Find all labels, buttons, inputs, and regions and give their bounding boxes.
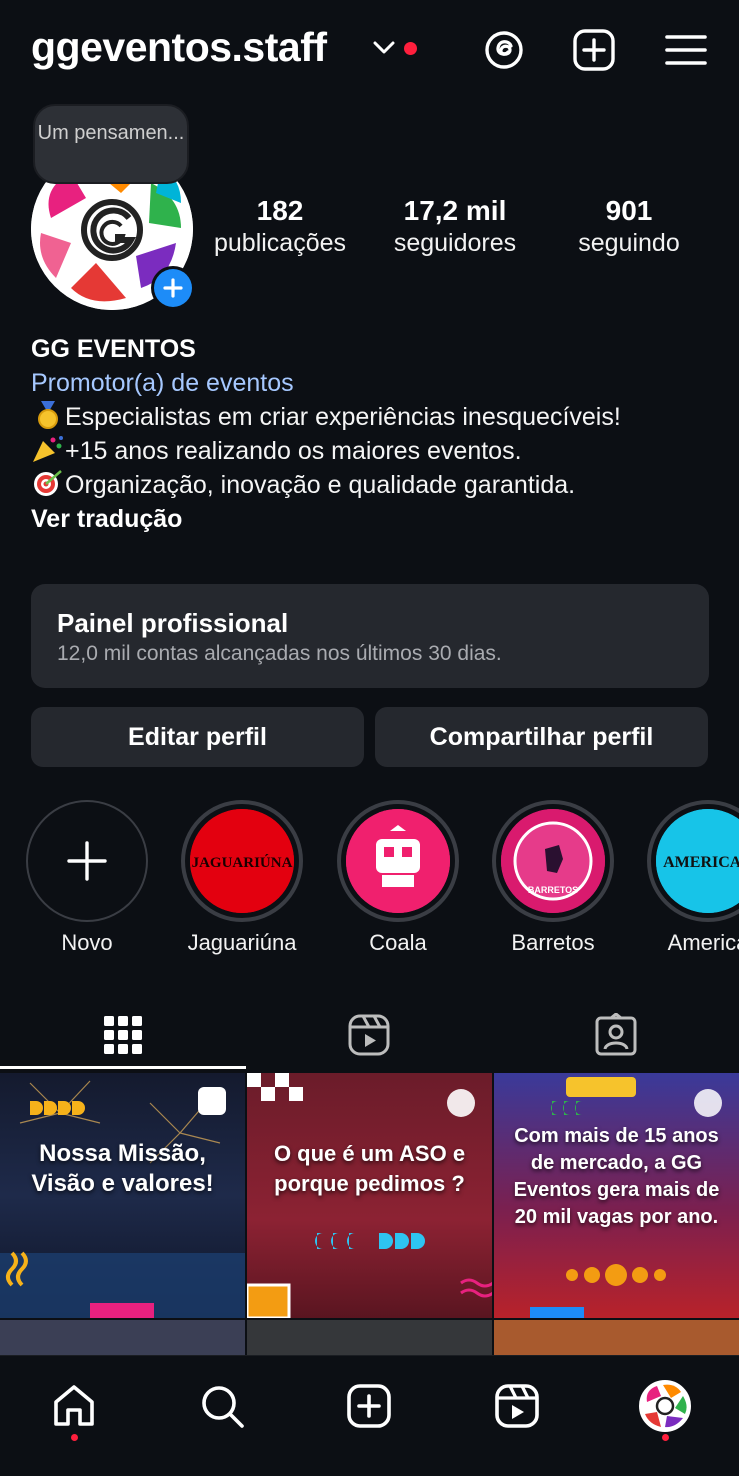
grid-post[interactable]: O que é um ASO e porque pedimos ? [247,1073,492,1318]
highlight-ring: JAGUARIÚNA [181,800,303,922]
bio-line: Organização, inovação e qualidade garant… [31,468,721,502]
highlight-art-text: BARRETOS [528,885,578,895]
highlight-label: America [667,930,739,955]
profile-notification-dot [662,1434,669,1441]
highlight-cover: BARRETOS [501,809,605,913]
coala-logo [346,809,450,913]
professional-dashboard-card[interactable]: Painel profissional 12,0 mil contas alca… [31,584,709,688]
highlight-new[interactable]: Novo [26,800,148,956]
plus-icon [163,278,183,298]
nav-profile[interactable] [635,1376,695,1436]
tagged-icon [595,1013,637,1056]
highlight-label: Coala [369,930,427,955]
menu-icon[interactable] [664,28,708,72]
nav-reels[interactable] [487,1376,547,1436]
stat-following[interactable]: 901 seguindo [556,194,702,258]
pro-panel-title: Painel profissional [57,608,289,638]
bio-line-text: Organização, inovação e qualidade garant… [65,471,576,499]
stat-followers-label: seguidores [393,229,517,257]
see-translation-link[interactable]: Ver tradução [31,502,721,536]
nav-home[interactable] [44,1376,104,1436]
profile-tabs [0,1000,739,1070]
grid-post[interactable]: Nossa Missão, Visão e valores! [0,1073,245,1318]
barretos-logo: BARRETOS [501,809,605,913]
target-icon [34,470,62,496]
americana-logo: AMERICAN [656,809,739,913]
highlight-cover: JAGUARIÚNA [190,809,294,913]
stat-following-label: seguindo [578,229,680,257]
grid-icon [104,1016,142,1054]
posts-grid: Nossa Missão, Visão e valores! O que é u… [0,1073,739,1356]
bottom-navigation [0,1355,739,1476]
home-notification-dot [71,1434,78,1441]
top-bar: ggeventos.staff [0,0,739,100]
highlight-label: Jaguariúna [187,930,297,955]
active-tab-indicator [0,1066,246,1069]
stat-following-count: 901 [605,195,653,226]
grid-post[interactable]: Com mais de 15 anos de mercado, a GG Eve… [494,1073,739,1318]
tab-tagged[interactable] [493,1000,739,1070]
jaguariuna-logo: JAGUARIÚNA [190,809,294,913]
party-popper-icon [33,436,63,462]
highlight-barretos[interactable]: BARRETOS Barretos [492,800,614,956]
profile-category[interactable]: Promotor(a) de eventos [31,366,721,400]
create-icon [347,1384,391,1428]
chevron-down-icon[interactable] [372,38,396,58]
account-username[interactable]: ggeventos.staff [31,24,327,71]
nav-search[interactable] [192,1376,252,1436]
highlight-cover: AMERICAN [656,809,739,913]
post-caption: Nossa Missão, Visão e valores! [31,1140,214,1197]
post-caption: Com mais de 15 anos de mercado, a GG Eve… [513,1125,720,1228]
pro-panel-subtitle: 12,0 mil contas alcançadas nos últimos 3… [57,642,502,665]
highlight-cover [346,809,450,913]
highlight-label: Novo [61,930,113,955]
bio-line: Especialistas em criar experiências ines… [31,400,721,434]
stat-followers-count: 17,2 mil [403,195,507,226]
home-icon [54,1385,94,1426]
edit-profile-button[interactable]: Editar perfil [31,707,364,767]
threads-icon[interactable] [482,28,526,72]
highlight-ring: AMERICAN [647,800,739,922]
grid-post[interactable] [494,1320,739,1356]
note-bubble[interactable]: Um pensamen... [33,104,189,184]
create-icon[interactable] [572,28,616,72]
post-caption: O que é um ASO e porque pedimos ? [273,1141,466,1196]
tab-reels[interactable] [246,1000,492,1070]
notification-dot [404,42,417,55]
grid-post[interactable] [247,1320,492,1356]
plus-icon [67,841,107,881]
note-text: Um pensamen... [37,122,185,144]
highlight-ring [26,800,148,922]
share-profile-button[interactable]: Compartilhar perfil [375,707,708,767]
stat-posts[interactable]: 182 publicações [207,194,353,258]
profile-avatar [639,1380,691,1432]
highlight-jaguariuna[interactable]: JAGUARIÚNA Jaguariúna [181,800,303,956]
profile-name: GG EVENTOS [31,335,196,363]
bio-line-text: Especialistas em criar experiências ines… [65,403,621,431]
highlight-america[interactable]: AMERICAN America [647,800,739,956]
stat-posts-label: publicações [213,229,347,257]
bio-line: +15 anos realizando os maiores eventos. [31,434,721,468]
highlight-art-text: AMERICAN [663,854,739,871]
highlight-ring: BARRETOS [492,800,614,922]
highlight-label: Barretos [511,930,595,955]
bio-line-text: +15 anos realizando os maiores eventos. [65,437,522,465]
stat-posts-count: 182 [256,195,304,226]
medal-icon [38,401,58,429]
highlight-art-text: JAGUARIÚNA [192,854,293,871]
add-story-button[interactable] [151,266,195,310]
tab-posts-grid[interactable] [0,1000,246,1070]
reels-icon [348,1014,390,1056]
highlight-coala[interactable]: Coala [337,800,459,956]
highlight-ring [337,800,459,922]
stat-followers[interactable]: 17,2 mil seguidores [382,194,528,258]
profile-bio: GG EVENTOS Promotor(a) de eventos Especi… [31,332,721,536]
nav-create[interactable] [339,1376,399,1436]
grid-post[interactable] [0,1320,245,1356]
search-icon [202,1386,244,1428]
reels-icon [495,1384,539,1428]
